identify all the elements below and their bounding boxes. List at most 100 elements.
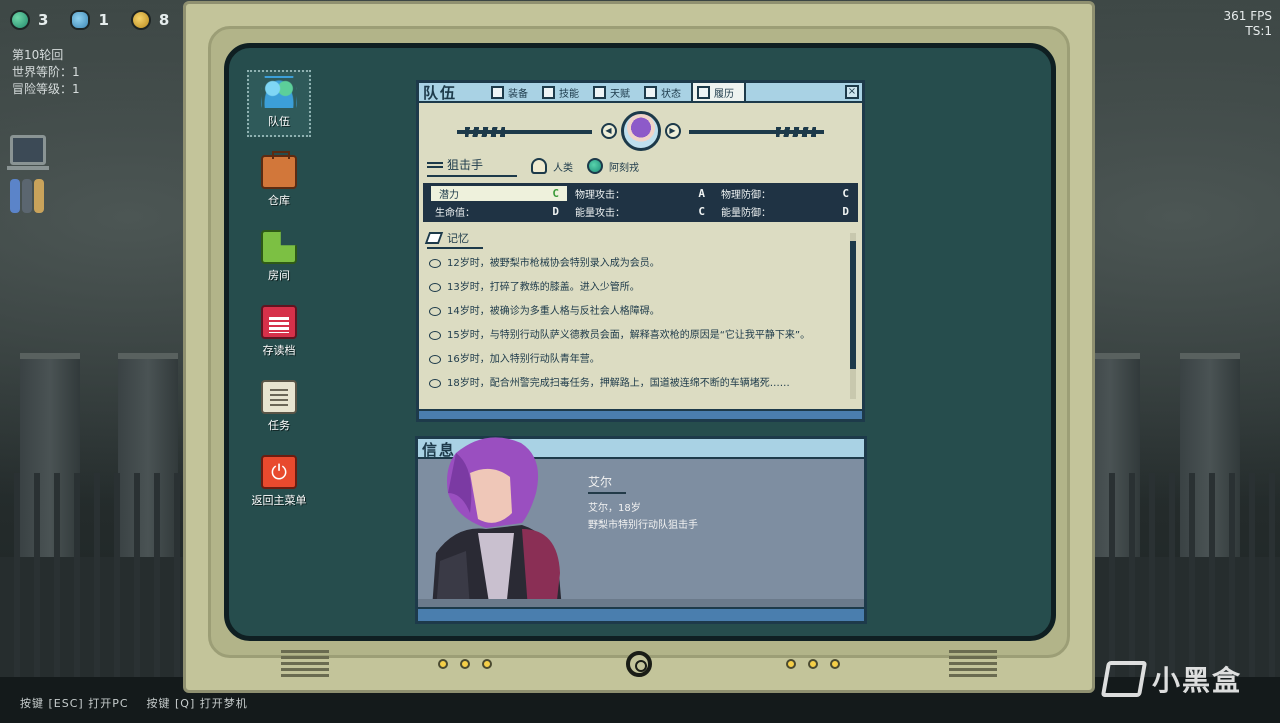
memory-header: 记忆 bbox=[424, 230, 483, 249]
tab-talents[interactable]: 天赋 bbox=[589, 83, 640, 101]
people-icon bbox=[70, 10, 91, 30]
desktop-label: 任务 bbox=[268, 419, 290, 432]
race-label: 人类 bbox=[553, 162, 573, 174]
status-cross-icon bbox=[644, 85, 657, 99]
faction-label: 阿刻戎 bbox=[609, 162, 639, 174]
key-hints: 按键 [ESC] 打开PC 按键 [Q] 打开梦机 bbox=[20, 695, 248, 711]
resource-value: 3 bbox=[38, 11, 49, 29]
resource-bar: 3 1 8 bbox=[10, 10, 169, 30]
iron-fence bbox=[0, 473, 185, 683]
memory-bullet-icon bbox=[429, 283, 441, 292]
adventure-level-label: 冒险等级：1 bbox=[12, 82, 80, 96]
scroll-thumb[interactable] bbox=[850, 241, 856, 369]
planet-icon bbox=[587, 158, 603, 174]
indicator-lights bbox=[438, 659, 492, 669]
stat-energy-attack: 能量攻击： C bbox=[567, 204, 713, 219]
monitor-screen: 队伍 仓库 房间 存读档 任务 ⏻ 返回主菜单 队伍 装备 技能 天赋 状态 履… bbox=[224, 43, 1056, 641]
stat-energy-defense: 能量防御： D bbox=[713, 204, 857, 219]
watermark-text: 小黑盒 bbox=[1151, 664, 1242, 697]
stat-grade: C bbox=[552, 187, 559, 200]
power-button-icon[interactable] bbox=[626, 651, 652, 677]
human-icon bbox=[531, 158, 547, 174]
character-selector: ◀ ▶ bbox=[419, 109, 862, 153]
desktop-label: 存读档 bbox=[262, 344, 296, 357]
close-button[interactable]: × bbox=[845, 85, 859, 99]
list-item: 12岁时，被野梨市枪械协会特别录入成为会员。 bbox=[429, 253, 842, 277]
list-item: 13岁时，打碎了教练的膝盖。进入少管所。 bbox=[429, 277, 842, 301]
desktop-team[interactable]: 队伍 bbox=[247, 70, 311, 137]
tab-label: 技能 bbox=[559, 88, 579, 100]
fps-value: 361 FPS bbox=[1223, 9, 1272, 23]
desktop-main-menu[interactable]: 返回主菜单 bbox=[247, 451, 311, 512]
character-description: 野梨市特别行动队狙击手 bbox=[588, 520, 698, 531]
desktop-label: 返回主菜单 bbox=[251, 494, 307, 507]
storage-icon bbox=[261, 151, 297, 189]
stats-panel: 潜力 C 物理攻击： A 物理防御： C 生命值： D 能量攻击： C 能量防御… bbox=[423, 183, 858, 222]
next-character-button[interactable]: ▶ bbox=[664, 123, 681, 139]
memory-list: 12岁时，被野梨市枪械协会特别录入成为会员。 13岁时，打碎了教练的膝盖。进入少… bbox=[429, 253, 842, 405]
speaker-vent bbox=[281, 650, 329, 678]
world-level-label: 世界等阶：1 bbox=[12, 65, 80, 79]
desktop-save[interactable]: 存读档 bbox=[247, 301, 311, 362]
quest-icon bbox=[261, 380, 297, 414]
hint-q: 按键 [Q] 打开梦机 bbox=[146, 697, 248, 710]
stat-label: 物理攻击： bbox=[575, 190, 625, 201]
tab-skills[interactable]: 技能 bbox=[538, 83, 589, 101]
memory-bullet-icon bbox=[429, 355, 441, 364]
stat-hp: 生命值： D bbox=[427, 204, 567, 219]
tab-history[interactable]: 履历 bbox=[691, 83, 746, 101]
fps-counter: 361 FPS TS:1 bbox=[1224, 9, 1272, 39]
stat-label: 生命值： bbox=[435, 208, 475, 219]
list-item: 14岁时，被确诊为多重人格与反社会人格障碍。 bbox=[429, 301, 842, 325]
game-console-icon[interactable] bbox=[10, 179, 44, 213]
memory-text: 13岁时，打碎了教练的膝盖。进入少管所。 bbox=[447, 282, 640, 293]
info-window: 信息 艾尔 艾尔，18岁 野梨市特别行动队狙击手 bbox=[415, 436, 867, 624]
list-item: 15岁时，与特别行动队萨义德教员会面，解释喜欢枪的原因是“它让我平静下来”。 bbox=[429, 325, 842, 349]
tab-label: 履历 bbox=[714, 88, 734, 100]
tab-equipment[interactable]: 装备 bbox=[487, 83, 538, 101]
hint-esc: 按键 [ESC] 打开PC bbox=[20, 697, 129, 710]
speaker-vent bbox=[949, 650, 997, 678]
window-title: 队伍 bbox=[423, 83, 458, 102]
memory-scrollbar[interactable] bbox=[850, 233, 856, 399]
globe-icon bbox=[10, 10, 30, 30]
prev-character-button[interactable]: ◀ bbox=[600, 123, 617, 139]
stat-grade: D bbox=[842, 205, 849, 218]
tab-status[interactable]: 状态 bbox=[640, 83, 691, 101]
iron-fence bbox=[1095, 473, 1280, 683]
stat-grade: C bbox=[698, 205, 705, 218]
memory-text: 12岁时，被野梨市枪械协会特别录入成为会员。 bbox=[447, 258, 660, 269]
indicator-lights bbox=[786, 659, 840, 669]
desktop-room[interactable]: 房间 bbox=[247, 226, 311, 287]
team-icon bbox=[261, 76, 297, 110]
desktop-storage[interactable]: 仓库 bbox=[247, 151, 311, 212]
save-icon bbox=[261, 305, 297, 339]
round-label: 第10轮回 bbox=[12, 48, 64, 62]
memory-text: 16岁时，加入特别行动队青年营。 bbox=[447, 354, 600, 365]
equipment-icon bbox=[491, 85, 504, 99]
memory-bullet-icon bbox=[429, 379, 441, 388]
race-tag: 人类 bbox=[531, 158, 573, 174]
tab-label: 天赋 bbox=[610, 88, 630, 100]
character-name: 艾尔 bbox=[588, 473, 627, 494]
stat-grade: C bbox=[842, 187, 849, 200]
resource-coin: 8 bbox=[130, 10, 169, 30]
team-window: 队伍 装备 技能 天赋 状态 履历 × ◀ ▶ 狙击手 人类 阿刻戎 潜力 C … bbox=[416, 80, 865, 422]
stat-physical-defense: 物理防御： C bbox=[713, 186, 857, 201]
memory-bullet-icon bbox=[429, 331, 441, 340]
desktop-quest[interactable]: 任务 bbox=[247, 376, 311, 437]
laptop-icon[interactable] bbox=[7, 135, 49, 170]
memory-text: 14岁时，被确诊为多重人格与反社会人格障碍。 bbox=[447, 306, 660, 317]
character-portrait bbox=[432, 437, 562, 609]
character-age: 艾尔，18岁 bbox=[588, 503, 641, 514]
character-role: 狙击手 bbox=[427, 156, 517, 177]
window-footer bbox=[419, 409, 862, 419]
memory-bullet-icon bbox=[429, 259, 441, 268]
monitor-base bbox=[186, 650, 1092, 690]
stat-grade: D bbox=[552, 205, 559, 218]
crt-monitor: 队伍 仓库 房间 存读档 任务 ⏻ 返回主菜单 队伍 装备 技能 天赋 状态 履… bbox=[183, 1, 1095, 693]
talents-icon bbox=[593, 85, 606, 99]
history-icon bbox=[697, 85, 710, 99]
desktop-icons: 队伍 仓库 房间 存读档 任务 ⏻ 返回主菜单 bbox=[247, 70, 311, 512]
monitor-bezel: 队伍 仓库 房间 存读档 任务 ⏻ 返回主菜单 队伍 装备 技能 天赋 状态 履… bbox=[208, 26, 1070, 658]
